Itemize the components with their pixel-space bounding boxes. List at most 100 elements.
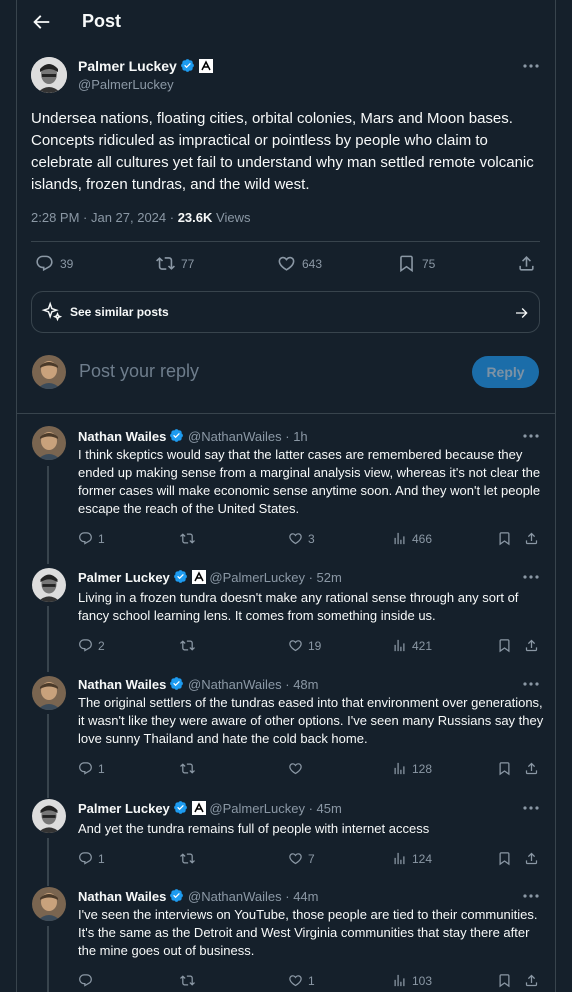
- like-button[interactable]: 19: [288, 638, 321, 653]
- share-icon[interactable]: [524, 851, 539, 866]
- verified-badge-icon: [170, 677, 184, 690]
- like-count: 19: [308, 638, 322, 653]
- more-options-icon[interactable]: [521, 886, 541, 906]
- bookmark-icon[interactable]: [497, 638, 512, 653]
- reply-button[interactable]: 2: [78, 638, 105, 653]
- avatar[interactable]: [32, 676, 66, 710]
- like-button[interactable]: 643: [277, 254, 322, 273]
- more-options-icon[interactable]: [521, 674, 541, 694]
- views-button[interactable]: 103: [392, 973, 432, 988]
- affiliate-badge-icon[interactable]: [191, 570, 206, 584]
- author-handle[interactable]: @PalmerLuckey · 52m: [209, 570, 341, 585]
- views-button[interactable]: 124: [392, 851, 432, 866]
- repost-button[interactable]: [180, 531, 200, 546]
- heart-icon: [289, 533, 302, 545]
- more-options-icon[interactable]: [521, 798, 541, 818]
- author-handle[interactable]: @NathanWailes · 48m: [188, 677, 318, 692]
- author-name[interactable]: Nathan Wailes: [78, 889, 166, 904]
- like-button[interactable]: 7: [288, 851, 315, 866]
- repost-button[interactable]: [180, 761, 200, 776]
- like-button[interactable]: 3: [288, 531, 315, 546]
- reply-icon: [79, 532, 92, 545]
- post-author: Palmer Luckey: [78, 58, 213, 76]
- page-title: Post: [82, 11, 122, 31]
- reply-submit-button[interactable]: Reply: [472, 356, 539, 388]
- more-options-icon[interactable]: [521, 567, 541, 587]
- verified-badge-icon: [173, 570, 187, 583]
- views-button[interactable]: 466: [392, 531, 432, 546]
- author-name[interactable]: Nathan Wailes: [78, 429, 166, 444]
- back-arrow-icon[interactable]: [30, 11, 52, 33]
- reply-text: I've seen the interviews on YouTube, tho…: [78, 907, 538, 958]
- reply-button[interactable]: 39: [35, 254, 73, 273]
- reply-text: I think skeptics would say that the latt…: [78, 447, 541, 516]
- repost-button[interactable]: [180, 851, 200, 866]
- author-handle[interactable]: @PalmerLuckey: [78, 77, 174, 92]
- views-button[interactable]: 421: [392, 638, 432, 653]
- heart-icon: [289, 975, 302, 987]
- views-button[interactable]: 128: [392, 761, 432, 776]
- repost-button[interactable]: 77: [156, 254, 194, 273]
- affiliate-badge-icon[interactable]: [191, 801, 206, 815]
- author-name[interactable]: Palmer Luckey: [78, 801, 170, 816]
- heart-icon: [289, 640, 302, 652]
- share-icon[interactable]: [524, 761, 539, 776]
- affiliate-badge-icon[interactable]: [198, 59, 213, 73]
- bookmark-button[interactable]: 75: [397, 254, 435, 273]
- repost-icon: [180, 533, 195, 544]
- author-handle[interactable]: @PalmerLuckey · 45m: [209, 801, 341, 816]
- post-text: Undersea nations, floating cities, orbit…: [31, 110, 534, 193]
- like-count: 3: [308, 531, 315, 546]
- reply-button[interactable]: [78, 973, 98, 988]
- author-name[interactable]: Palmer Luckey: [78, 58, 177, 74]
- bookmark-icon[interactable]: [497, 851, 512, 866]
- heart-icon: [289, 853, 302, 865]
- views-count: 466: [412, 531, 433, 546]
- my-avatar[interactable]: [32, 355, 66, 389]
- like-button[interactable]: 1: [288, 973, 315, 988]
- repost-button[interactable]: [180, 973, 200, 988]
- repost-button[interactable]: [180, 638, 200, 653]
- share-icon[interactable]: [524, 638, 539, 653]
- post-meta: 2:28 PM · Jan 27, 2024 · 23.6K Views: [31, 210, 250, 225]
- like-button[interactable]: [288, 761, 308, 776]
- like-count: 643: [302, 256, 323, 271]
- post-timestamp[interactable]: 2:28 PM · Jan 27, 2024 ·: [31, 210, 178, 225]
- reply-button[interactable]: 1: [78, 531, 105, 546]
- heart-icon: [278, 256, 295, 271]
- verified-badge-icon: [180, 59, 194, 72]
- reply-header: Palmer Luckey @PalmerLuckey · 52m: [78, 569, 342, 585]
- avatar[interactable]: [32, 799, 66, 833]
- share-button[interactable]: [517, 254, 536, 273]
- page-header: Post: [0, 0, 572, 44]
- views-icon: [394, 974, 405, 987]
- more-options-icon[interactable]: [521, 56, 541, 76]
- reply-header: Palmer Luckey @PalmerLuckey · 45m: [78, 800, 342, 816]
- reply-button[interactable]: 1: [78, 761, 105, 776]
- avatar[interactable]: [32, 887, 66, 921]
- views-count: 421: [412, 638, 433, 653]
- views-count: 124: [412, 851, 433, 866]
- bookmark-icon[interactable]: [497, 761, 512, 776]
- share-icon[interactable]: [524, 973, 539, 988]
- bookmark-icon[interactable]: [497, 973, 512, 988]
- bookmark-icon[interactable]: [497, 531, 512, 546]
- share-icon[interactable]: [524, 531, 539, 546]
- reply-button[interactable]: 1: [78, 851, 105, 866]
- author-name[interactable]: Palmer Luckey: [78, 570, 170, 585]
- avatar[interactable]: [32, 568, 66, 602]
- author-handle[interactable]: @NathanWailes · 1h: [188, 429, 308, 444]
- more-options-icon[interactable]: [521, 426, 541, 446]
- see-similar-posts-button[interactable]: See similar posts: [31, 291, 540, 333]
- like-count: 7: [308, 851, 315, 866]
- arrow-right-icon: [516, 308, 528, 318]
- thread-line: [47, 466, 49, 564]
- avatar[interactable]: [31, 57, 67, 93]
- thread-line: [47, 606, 49, 672]
- reply-input[interactable]: Post your reply: [79, 361, 199, 382]
- avatar[interactable]: [32, 426, 66, 460]
- author-handle[interactable]: @NathanWailes · 44m: [188, 889, 318, 904]
- author-name[interactable]: Nathan Wailes: [78, 677, 166, 692]
- views-icon: [394, 639, 405, 652]
- views-count: 103: [412, 973, 433, 988]
